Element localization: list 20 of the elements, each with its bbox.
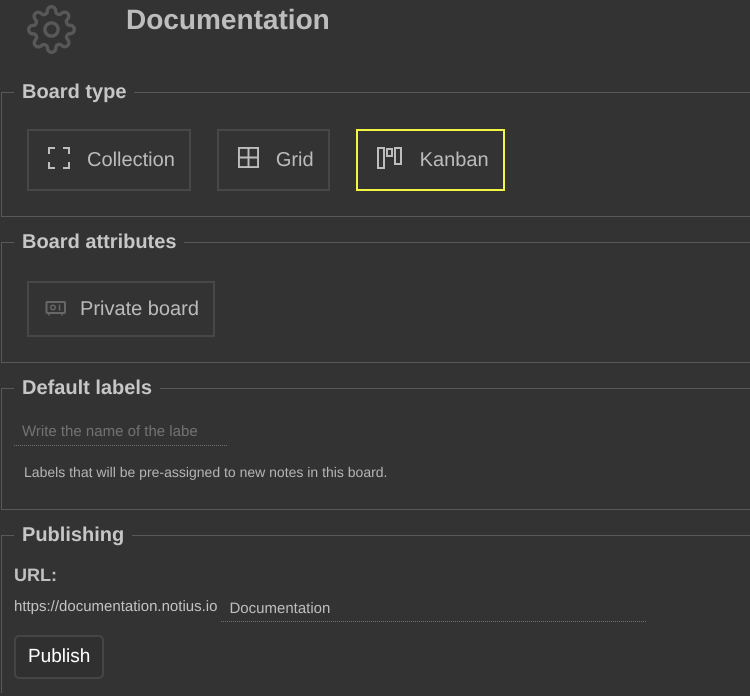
section-title: Default labels bbox=[21, 376, 154, 400]
label-input[interactable]: Write the name of the labe bbox=[14, 418, 227, 446]
help-text: Labels that will be pre-assigned to new notes in this board. bbox=[24, 463, 388, 482]
section-title: Board type bbox=[21, 80, 128, 104]
section-title: Board attributes bbox=[21, 230, 178, 254]
safe-icon bbox=[45, 300, 66, 316]
columns-icon bbox=[376, 146, 403, 168]
board-type-option[interactable]: Collection bbox=[27, 129, 191, 191]
publish-button[interactable]: Publish bbox=[14, 635, 104, 679]
section-title: Publishing bbox=[21, 523, 126, 547]
board-type-option[interactable]: Kanban bbox=[356, 129, 505, 191]
url-label: URL: bbox=[14, 564, 57, 587]
gear-icon bbox=[27, 5, 76, 54]
grid-icon bbox=[238, 147, 259, 168]
private-board-toggle[interactable]: Private board bbox=[27, 281, 215, 337]
page-title: Documentation bbox=[126, 3, 330, 37]
slug-input[interactable]: Documentation bbox=[221, 595, 646, 622]
board-type-option[interactable]: Grid bbox=[216, 129, 330, 191]
corner-brackets-icon bbox=[48, 146, 70, 168]
url-prefix: https://documentation.notius.io bbox=[14, 597, 218, 617]
